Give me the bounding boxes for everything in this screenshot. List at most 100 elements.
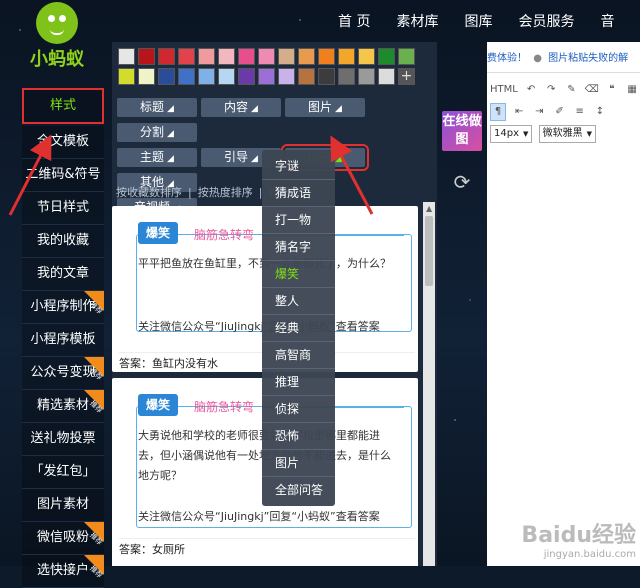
sidebar-item[interactable]: 图片素材 xyxy=(22,489,104,522)
color-swatch[interactable] xyxy=(298,68,315,85)
sidebar-item[interactable]: 「发红包」 xyxy=(22,456,104,489)
color-swatch[interactable] xyxy=(278,68,295,85)
html-source-button[interactable]: HTML xyxy=(490,82,518,98)
align-icon[interactable]: ≡ xyxy=(573,104,587,120)
dropdown-item[interactable]: 猜成语 xyxy=(262,180,335,207)
color-swatch[interactable] xyxy=(258,48,275,65)
color-swatch[interactable] xyxy=(358,68,375,85)
add-color-icon[interactable]: + xyxy=(398,68,415,85)
sidebar-item-label: 二维码&符号 xyxy=(25,167,101,182)
card-badge: 爆笑 xyxy=(138,394,179,416)
dropdown-item[interactable]: 整人 xyxy=(262,288,335,315)
sidebar-item-label: 图片素材 xyxy=(36,497,89,512)
scroll-thumb[interactable] xyxy=(425,216,433,286)
dropdown-item[interactable]: 经典 xyxy=(262,315,335,342)
line-height-icon[interactable]: ↕ xyxy=(593,104,607,120)
recommend-badge: 推荐 xyxy=(84,291,104,316)
dropdown-item[interactable]: 侦探 xyxy=(262,396,335,423)
dropdown-item[interactable]: 高智商 xyxy=(262,342,335,369)
color-swatch[interactable] xyxy=(178,48,195,65)
format-painter-icon[interactable]: ✎ xyxy=(564,82,578,98)
nav-material[interactable]: 素材库 xyxy=(383,11,451,31)
style-tab[interactable]: 标题 ◢ xyxy=(117,98,197,117)
sidebar-item[interactable]: 节日样式 xyxy=(22,192,104,225)
sidebar-item[interactable]: 公众号变现 推荐 xyxy=(22,357,104,390)
indent-left-icon[interactable]: ⇤ xyxy=(512,104,526,120)
color-swatch[interactable] xyxy=(338,68,355,85)
dropdown-item[interactable]: 打一物 xyxy=(262,207,335,234)
color-swatch[interactable] xyxy=(158,68,175,85)
sidebar-item[interactable]: 送礼物投票 xyxy=(22,423,104,456)
dropdown-item[interactable]: 图片 xyxy=(262,450,335,477)
color-swatch[interactable] xyxy=(338,48,355,65)
color-swatch[interactable] xyxy=(258,68,275,85)
style-tab[interactable]: 内容 ◢ xyxy=(201,98,281,117)
style-tab[interactable]: 主题 ◢ xyxy=(117,148,197,167)
sidebar-item[interactable]: 全文模板 xyxy=(22,126,104,159)
dropdown-item[interactable]: 全部问答 xyxy=(262,477,335,503)
notice-text-a[interactable]: 费体验！ xyxy=(487,53,527,64)
style-list-scrollbar[interactable]: ▲ xyxy=(423,202,435,566)
color-swatch[interactable] xyxy=(198,68,215,85)
color-swatch[interactable] xyxy=(158,48,175,65)
color-swatch[interactable] xyxy=(138,68,155,85)
nav-gallery[interactable]: 图库 xyxy=(451,11,505,31)
dropdown-item[interactable]: 推理 xyxy=(262,369,335,396)
color-swatch[interactable] xyxy=(358,48,375,65)
nav-membership[interactable]: 会员服务 xyxy=(505,11,587,31)
color-swatch[interactable] xyxy=(298,48,315,65)
sort-option[interactable]: 按热度排序 xyxy=(198,186,253,199)
color-swatch[interactable] xyxy=(398,48,415,65)
dropdown-item[interactable]: 爆笑 xyxy=(262,261,335,288)
color-swatch[interactable] xyxy=(278,48,295,65)
refresh-icon[interactable]: ⟳ xyxy=(450,170,474,194)
dropdown-item[interactable]: 恐怖 xyxy=(262,423,335,450)
redo-icon[interactable]: ↷ xyxy=(544,82,558,98)
sidebar-item[interactable]: 样式 xyxy=(22,88,104,124)
font-size-select[interactable]: 14px ▼ xyxy=(490,125,533,143)
color-swatch[interactable] xyxy=(378,48,395,65)
color-swatch[interactable] xyxy=(318,48,335,65)
dropdown-item[interactable]: 猜名字 xyxy=(262,234,335,261)
color-swatch[interactable] xyxy=(138,48,155,65)
site-logo[interactable]: 小蚂蚁 xyxy=(22,2,92,70)
qa-dropdown-menu: 字谜 猜成语 打一物 猜名字 爆笑 整人 经典 高智商 推理 侦探 恐怖 图片 全部问答 xyxy=(262,150,335,506)
quote-icon[interactable]: ❝ xyxy=(605,82,619,98)
indent-right-icon[interactable]: ⇥ xyxy=(532,104,546,120)
paragraph-icon[interactable]: ¶ xyxy=(490,103,506,121)
sidebar-item[interactable]: 我的文章 xyxy=(22,258,104,291)
online-image-button[interactable]: 在线做图 xyxy=(442,111,482,151)
style-tab-label: 图片 xyxy=(308,100,333,114)
sidebar-item[interactable]: 小程序模板 xyxy=(22,324,104,357)
style-tab[interactable]: 分割 ◢ xyxy=(117,123,197,142)
sidebar-item[interactable]: 小程序制作 推荐 xyxy=(22,291,104,324)
color-swatch[interactable] xyxy=(118,68,135,85)
nav-audio[interactable]: 音 xyxy=(587,11,627,31)
color-swatch[interactable] xyxy=(178,68,195,85)
sort-option[interactable]: 按收藏数排序 xyxy=(116,186,182,199)
color-swatch[interactable] xyxy=(238,48,255,65)
undo-icon[interactable]: ↶ xyxy=(524,82,538,98)
color-swatch[interactable] xyxy=(218,48,235,65)
color-swatch[interactable] xyxy=(198,48,215,65)
notice-bullet-icon: ● xyxy=(533,53,542,64)
color-swatch[interactable] xyxy=(378,68,395,85)
font-family-select[interactable]: 微软雅黑 ▼ xyxy=(538,125,596,143)
color-swatch[interactable] xyxy=(238,68,255,85)
style-tab[interactable]: 图片 ◢ xyxy=(285,98,365,117)
color-swatch[interactable] xyxy=(318,68,335,85)
sidebar-item[interactable]: 微信吸粉 推荐 xyxy=(22,522,104,555)
highlight-icon[interactable]: ✐ xyxy=(553,104,567,120)
color-swatch[interactable] xyxy=(218,68,235,85)
sidebar-item[interactable]: 二维码&符号 xyxy=(22,159,104,192)
sidebar-item[interactable]: 我的收藏 xyxy=(22,225,104,258)
color-swatch[interactable] xyxy=(118,48,135,65)
code-icon[interactable]: ▦ xyxy=(625,82,639,98)
dropdown-item[interactable]: 字谜 xyxy=(262,153,335,180)
scroll-up-icon[interactable]: ▲ xyxy=(426,204,432,213)
sidebar-item[interactable]: 选快接户 推荐 xyxy=(22,555,104,588)
notice-text-b[interactable]: 图片粘贴失败的解 xyxy=(548,53,628,64)
sidebar-item[interactable]: 精选素材 推荐 xyxy=(22,390,104,423)
nav-home[interactable]: 首 页 xyxy=(325,11,383,31)
eraser-icon[interactable]: ⌫ xyxy=(585,82,599,98)
